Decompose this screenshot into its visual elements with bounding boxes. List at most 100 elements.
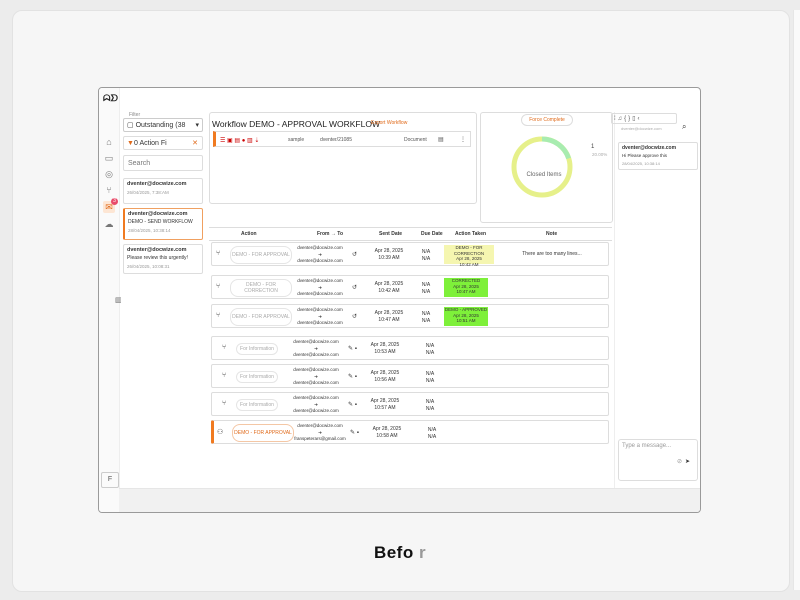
caption-text: Befo — [373, 543, 414, 562]
action-taken: DEMO - FOR CORRECTION Apr 28, 2025 10:42 A… — [444, 245, 494, 267]
action-pill: For Information — [236, 399, 278, 411]
wrench-icon[interactable]: ✎ ▪ — [350, 429, 359, 436]
branch-icon: ⑂ — [216, 312, 221, 319]
branch-icon: ⑂ — [216, 283, 221, 290]
braces-icon[interactable]: {} — [624, 116, 632, 122]
due-date: N/A N/A — [416, 249, 436, 262]
user-avatar[interactable]: F — [101, 472, 119, 488]
from-email: dventer@docwize.com — [293, 339, 339, 344]
table-row[interactable]: ⑂ For Information dventer@docwize.com ➜ dv… — [211, 364, 609, 388]
attach-icon[interactable]: ⊘ — [677, 458, 682, 465]
wrench-icon[interactable]: ✎ ▪ — [348, 373, 357, 380]
export-workflow-link[interactable]: Export Workflow — [371, 120, 407, 126]
sent-date-time: 10:57 AM — [374, 404, 396, 411]
filter-value: Outstanding (38 — [135, 122, 186, 129]
list-item-time: 26/04/2025, 10:08:31 — [127, 264, 170, 269]
cloud-icon[interactable]: ☁ — [103, 218, 115, 230]
inbox-badge: 3 — [111, 198, 118, 205]
list-item-from: dventer@docwize.com — [127, 181, 187, 187]
undo-icon[interactable]: ↺ — [352, 313, 357, 320]
table-row[interactable]: ⑂ For Information dventer@docwize.com ➜ dv… — [211, 336, 609, 360]
clipboard-icon[interactable]: ▤ — [438, 136, 444, 143]
table-row[interactable]: ⑂ DEMO - FOR APPROVAL dventer@docwize.co… — [211, 304, 609, 328]
footer-bar — [119, 488, 700, 512]
filter-select[interactable]: ▢ Outstanding (38 ▾ — [123, 118, 203, 132]
sent-date-day: Apr 28, 2025 — [374, 281, 404, 287]
column-header: Due Date — [421, 231, 443, 237]
to-email: dventer@docwize.com — [293, 380, 339, 385]
wrench-icon[interactable]: ✎ ▪ — [348, 401, 357, 408]
sent-date-day: Apr 28, 2025 — [370, 398, 400, 404]
chart-center-label: Closed Items — [526, 172, 562, 178]
doc-icon: ▢ — [127, 122, 136, 129]
table-row-active[interactable]: ⚇ DEMO - FOR APPROVAL dventer@docwize.co… — [211, 420, 609, 444]
action-pill: DEMO - FOR APPROVAL — [230, 308, 292, 326]
list-item-selected[interactable]: dventer@docwize.com DEMO - SEND WORKFLOW… — [123, 208, 203, 240]
chevron-down-icon: ▾ — [195, 122, 199, 129]
next-card-edge — [793, 10, 800, 590]
document-icon[interactable]: ▭ — [103, 152, 115, 164]
document-owner: dventer/21085 — [320, 137, 352, 143]
from-email: dventer@docwize.com — [293, 395, 339, 400]
from-email: dventer@docwize.com — [297, 278, 343, 283]
list-item[interactable]: dventer@docwize.com Please review this u… — [123, 244, 203, 274]
chat-message-time: 28/04/2025, 10:38:14 — [622, 161, 660, 166]
table-row[interactable]: ⑂ DEMO - FOR APPROVAL dventer@docwize.co… — [211, 242, 609, 267]
table-row[interactable]: ⑂ DEMO - FOR CORRECTION dventer@docwize.… — [211, 275, 609, 299]
sent-date-day: Apr 28, 2025 — [372, 426, 402, 432]
more-icon[interactable]: ⋮ — [460, 136, 466, 143]
from-to: dventer@docwize.com ➜ dventer@docwize.com — [294, 245, 346, 265]
home-icon[interactable]: ⌂ — [103, 136, 115, 148]
to-email: dventer@docwize.com — [293, 408, 339, 413]
sent-date-time: 10:47 AM — [378, 316, 400, 323]
table-header: Action From → To Sent Date Due Date Acti… — [209, 227, 612, 241]
column-header: Action — [241, 231, 257, 237]
due-date: N/A N/A — [422, 427, 442, 440]
from-email: dventer@docwize.com — [297, 307, 343, 312]
wrench-icon[interactable]: ✎ ▪ — [348, 345, 357, 352]
list-item[interactable]: dventer@docwize.com 26/04/2025, 7:38:AM — [123, 178, 203, 204]
compass-icon[interactable]: ◎ — [103, 168, 115, 180]
workflow-icon[interactable]: ⑂ — [103, 184, 115, 196]
sent-date: Apr 28, 2025 10:53 AM — [368, 342, 402, 355]
due-date-value: N/A — [427, 433, 437, 440]
sent-date-time: 10:58 AM — [376, 432, 398, 439]
sent-date-day: Apr 28, 2025 — [374, 310, 404, 316]
list-item-body: Please review this urgently! — [127, 255, 188, 261]
from-to: dventer@docwize.com ➜ franspeterars@gmail.… — [294, 423, 346, 443]
collapse-panel-icon[interactable]: ▥ — [115, 296, 122, 304]
branch-icon: ⑂ — [222, 372, 227, 379]
table-row[interactable]: ⑂ For Information dventer@docwize.com ➜ dv… — [211, 392, 609, 416]
sent-date-day: Apr 28, 2025 — [370, 370, 400, 376]
sent-date: Apr 28, 2025 10:57 AM — [368, 398, 402, 411]
chat-search-input[interactable]: dventer@docwize.com — [621, 126, 681, 131]
toolbar-icons[interactable]: ⁞♫{}▯‹ — [611, 113, 677, 124]
from-to: dventer@docwize.com ➜ dventer@docwize.com — [294, 307, 346, 327]
sent-date-time: 10:42 AM — [378, 287, 400, 294]
action-taken-time: 10:42 AM — [459, 261, 479, 267]
close-icon[interactable]: ✕ — [192, 137, 198, 151]
document-type: Document — [404, 137, 427, 143]
force-complete-button[interactable]: Force Complete — [521, 114, 573, 126]
undo-icon[interactable]: ↺ — [352, 251, 357, 258]
chat-message-from: dventer@docwize.com — [622, 145, 677, 151]
list-item-body: DEMO - SEND WORKFLOW — [128, 219, 193, 225]
from-to: dventer@docwize.com ➜ dventer@docwize.com — [290, 339, 342, 359]
action-filter-button[interactable]: ▼ 0 Action Fi ✕ — [123, 136, 203, 150]
to-email: dventer@docwize.com — [293, 352, 339, 357]
sent-date: Apr 28, 2025 10:58 AM — [370, 426, 404, 439]
undo-icon[interactable]: ↺ — [352, 284, 357, 291]
search-icon[interactable]: ⌕ — [682, 122, 686, 132]
action-filter-label: 0 Action Fi — [134, 140, 167, 147]
document-row[interactable]: ☰ ▣ ▤ ● ▥ ⇣ sample dventer/21085 Documen… — [213, 131, 471, 147]
to-email: dventer@docwize.com — [297, 258, 343, 263]
due-date-value: N/A — [421, 317, 431, 324]
action-taken: CORRECTED Apr 28, 2025 10:47 AM — [444, 278, 488, 297]
search-input[interactable]: Search — [123, 155, 203, 171]
chevron-icon[interactable]: ‹ — [638, 116, 642, 122]
send-icon[interactable]: ➤ — [685, 458, 690, 465]
action-taken-time: 10:51 AM — [456, 318, 476, 323]
sent-date: Apr 28, 2025 10:47 AM — [372, 310, 406, 323]
from-to: dventer@docwize.com ➜ dventer@docwize.com — [294, 278, 346, 298]
from-email: dventer@docwize.com — [297, 423, 343, 428]
